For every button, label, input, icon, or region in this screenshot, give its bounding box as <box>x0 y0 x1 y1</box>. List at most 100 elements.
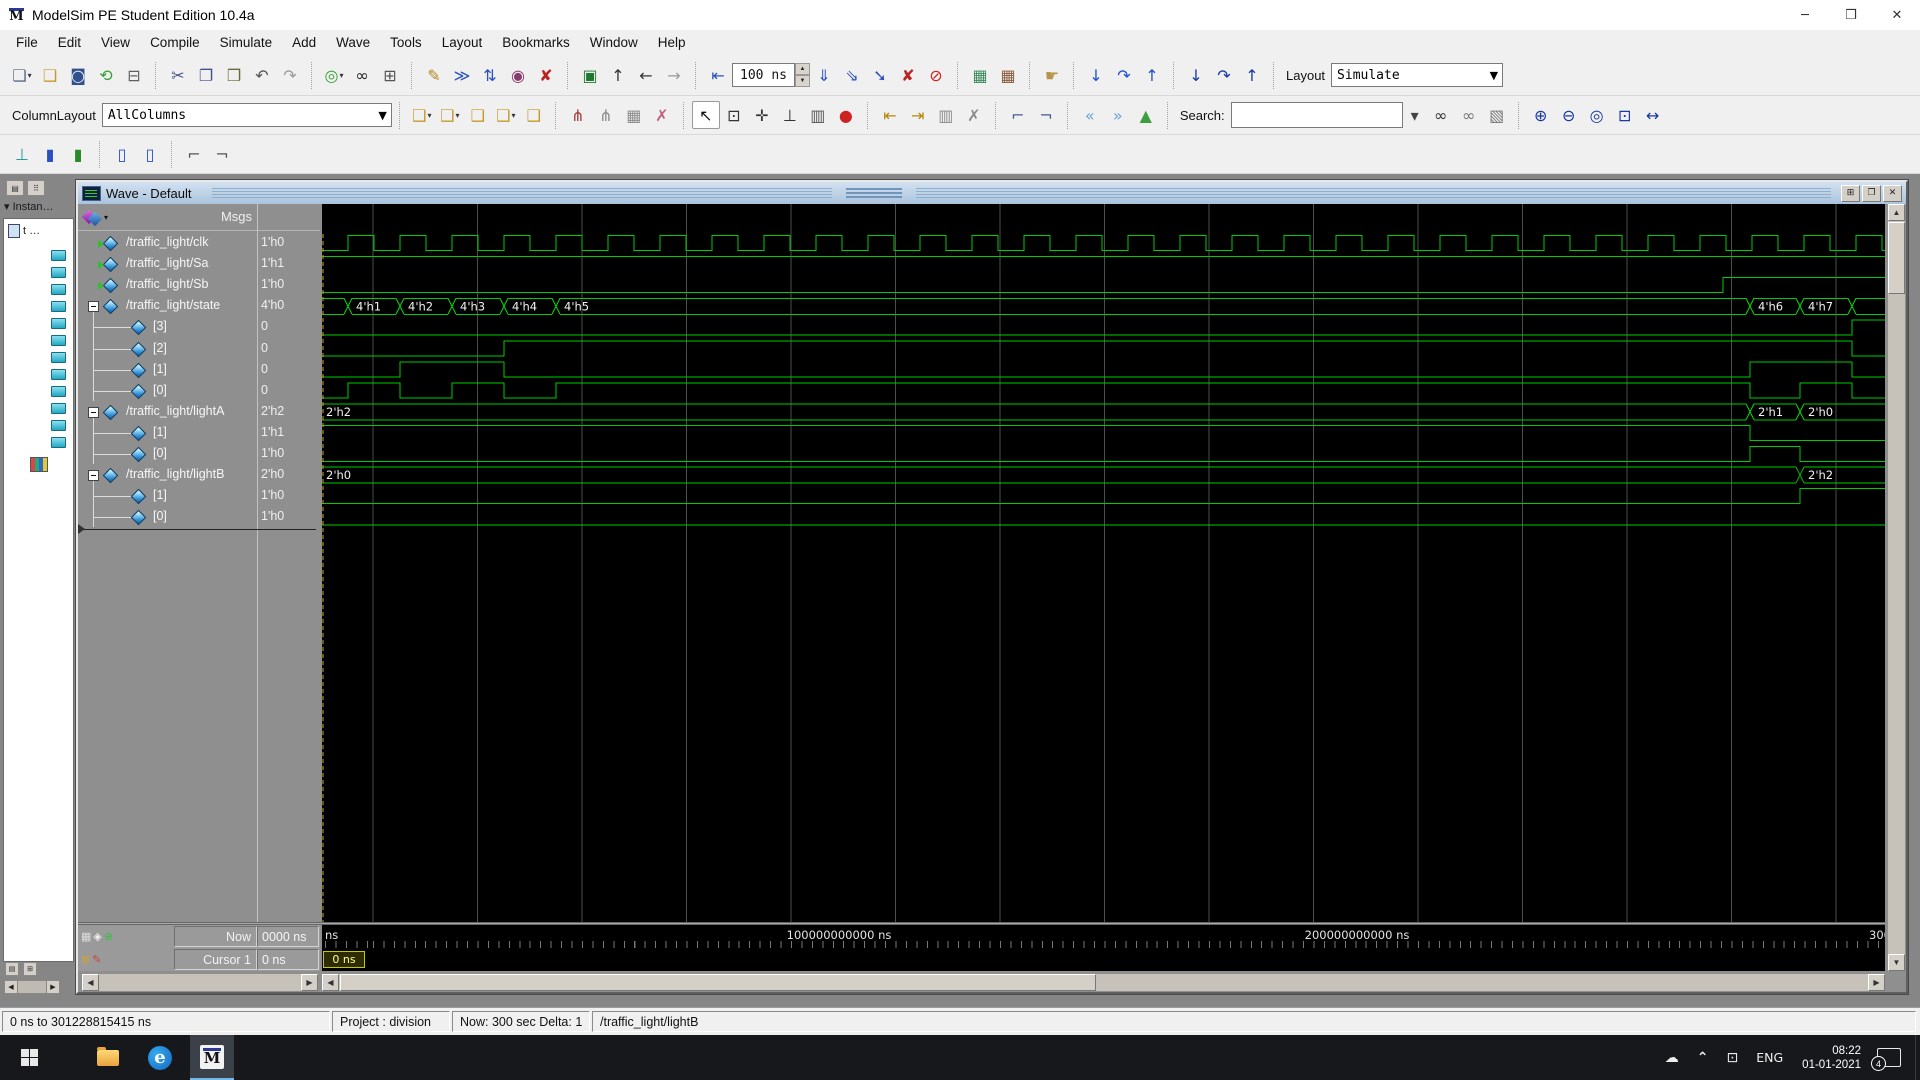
wave-vscroll-down-icon[interactable]: ▼ <box>1888 954 1905 971</box>
zoom-cursor-icon[interactable]: ↔ <box>1639 101 1667 129</box>
break-icon[interactable]: ✘ <box>894 61 922 89</box>
wave-scroll-left-icon[interactable]: ◀ <box>322 974 339 991</box>
wave-cursor-toggle-icon[interactable]: ⊥ <box>8 140 36 168</box>
back-icon[interactable]: ← <box>632 61 660 89</box>
expand-hierarchy-icon[interactable]: ⊞ <box>376 61 404 89</box>
spinner-down-icon[interactable]: ▼ <box>795 75 810 87</box>
wave-dock-button[interactable]: ⊞ <box>1841 184 1860 202</box>
wave-window-titlebar[interactable]: Wave - Default ⊞ ❐ ✕ <box>78 182 1906 204</box>
msgs-column-header[interactable]: Msgs <box>188 209 252 224</box>
ungroup-icon[interactable]: ▦ <box>620 101 648 129</box>
wave-close-button[interactable]: ✕ <box>1883 184 1902 202</box>
instance-pane-title[interactable]: ▾ Instan… <box>4 200 70 213</box>
zoom-range-icon[interactable]: ⊡ <box>1611 101 1639 129</box>
sim-item-icon[interactable] <box>51 369 66 380</box>
bracket-left-icon[interactable]: ⌐ <box>180 140 208 168</box>
cloud-icon[interactable]: ☁ <box>1665 1050 1679 1066</box>
pencil-icon[interactable]: ✎ <box>92 953 101 966</box>
sim-item-icon[interactable] <box>51 420 66 431</box>
wave-pane-green-icon[interactable]: ▮ <box>64 140 92 168</box>
find-first-icon[interactable]: ▲ <box>1132 101 1160 129</box>
sim-item-icon[interactable] <box>51 403 66 414</box>
chevron-up-icon[interactable]: ⌃ <box>1697 1050 1709 1066</box>
menu-help[interactable]: Help <box>648 33 696 52</box>
titlebar-grip-handle[interactable] <box>845 187 902 199</box>
cursor-track[interactable]: 0 ns <box>322 948 1885 971</box>
signal-source-button[interactable]: ▾ <box>81 207 108 227</box>
wave-vscroll-thumb[interactable] <box>1888 222 1905 294</box>
redo-icon[interactable]: ↷ <box>276 61 304 89</box>
edge-browser-button[interactable]: e <box>138 1035 182 1080</box>
sim-item-icon[interactable] <box>51 437 66 448</box>
sim-item-icon[interactable] <box>51 318 66 329</box>
sim-item-icon[interactable] <box>51 386 66 397</box>
step-into-current-icon[interactable]: ↓ <box>1182 61 1210 89</box>
run-length-value[interactable]: 100 ns <box>732 63 795 87</box>
breakpoint-icon[interactable]: ● <box>832 101 860 129</box>
group-right-icon[interactable]: ⋔ <box>592 101 620 129</box>
zoom-in-icon[interactable]: ⊕ <box>1527 101 1555 129</box>
find-icon[interactable]: ∞ <box>348 61 376 89</box>
wave-restore-button[interactable]: ❐ <box>1862 184 1881 202</box>
forward-icon[interactable]: → <box>660 61 688 89</box>
find-next-icon[interactable]: » <box>1104 101 1132 129</box>
edit-right-icon[interactable]: ⌐ <box>1032 101 1060 129</box>
zoom-full-icon[interactable]: ◎ <box>1583 101 1611 129</box>
pan-hand-icon[interactable]: ☛ <box>1038 61 1066 89</box>
save-icon[interactable]: ◙ <box>64 61 92 89</box>
align-bottom-icon[interactable]: ⊥ <box>776 101 804 129</box>
prev-transition-icon[interactable]: ⇤ <box>876 101 904 129</box>
clock[interactable]: 08:22 01-01-2021 <box>1802 1044 1861 1072</box>
menu-bookmarks[interactable]: Bookmarks <box>492 33 580 52</box>
cursor1-label[interactable]: Cursor 1 <box>174 949 257 970</box>
signal-row--traffic_light-Sb[interactable]: /traffic_light/Sb 1'h0 <box>78 275 320 296</box>
compile-icon[interactable]: ✎ <box>420 61 448 89</box>
stop-icon[interactable]: ⊘ <box>922 61 950 89</box>
wave-scroll-right-icon[interactable]: ▶ <box>1868 974 1885 991</box>
waveform-canvas[interactable]: 4'h1 4'h2 4'h3 4'h4 4'h5 4'h6 4'h7 2'h2 2'h1 2'h0… <box>322 204 1885 922</box>
compile-order-icon[interactable]: ⇅ <box>476 61 504 89</box>
menu-compile[interactable]: Compile <box>140 33 210 52</box>
menu-tools[interactable]: Tools <box>380 33 432 52</box>
time-ruler[interactable]: ns 100000000000 ns 200000000000 ns 30000000… <box>322 925 1885 948</box>
collapse-icon[interactable] <box>88 406 99 418</box>
wave-window-2-icon[interactable]: ▯ <box>136 140 164 168</box>
run-all-icon[interactable]: ➘ <box>866 61 894 89</box>
search-dropdown-icon[interactable]: ▾ <box>1403 101 1427 129</box>
signal-row--traffic_light-lightB[interactable]: /traffic_light/lightB 2'h0 <box>78 465 320 486</box>
search-options-icon[interactable]: ▧ <box>1483 101 1511 129</box>
add-wave-icon[interactable]: ❑ ▾ <box>408 101 436 129</box>
combo-dropdown-icon[interactable]: ▼ <box>374 109 390 122</box>
add-wave-new-icon[interactable]: ❑ ▾ <box>436 101 464 129</box>
signal-row--traffic_light-lightA[interactable]: /traffic_light/lightA 2'h2 <box>78 402 320 423</box>
titlebar-grip[interactable] <box>211 187 832 199</box>
sim-item-icon[interactable] <box>51 250 66 261</box>
find-prev-icon[interactable]: « <box>1076 101 1104 129</box>
cursor-time-box[interactable]: 0 ns <box>323 951 365 968</box>
signal-row--traffic_light-Sa[interactable]: /traffic_light/Sa 1'h1 <box>78 254 320 275</box>
scroll-right-icon[interactable]: ▶ <box>46 980 60 994</box>
spinner-up-icon[interactable]: ▲ <box>795 63 810 75</box>
step-into-icon[interactable]: ↓ <box>1082 61 1110 89</box>
zoom-mode-icon[interactable]: ⊡ <box>720 101 748 129</box>
sim-item-icon[interactable] <box>51 301 66 312</box>
filter-icon[interactable]: ◈ <box>93 930 101 943</box>
run-length-field[interactable]: 100 ns ▲ ▼ <box>732 63 810 87</box>
search-forward-icon[interactable]: ∞ <box>1427 101 1455 129</box>
dock-dots-icon[interactable]: ⠿ <box>27 180 45 196</box>
step-out-current-icon[interactable]: ↑ <box>1238 61 1266 89</box>
print-icon[interactable]: ⊟ <box>120 61 148 89</box>
layout-combo[interactable]: Simulate ▼ <box>1331 63 1504 87</box>
bracket-right-icon[interactable]: ⌐ <box>208 140 236 168</box>
add-region-icon[interactable]: ❑ ▾ <box>492 101 520 129</box>
environment-up-icon[interactable]: ▣ <box>576 61 604 89</box>
wave-window-1-icon[interactable]: ▯ <box>108 140 136 168</box>
columnlayout-combo[interactable]: AllColumns ▼ <box>101 103 392 127</box>
collapse-icon[interactable] <box>88 470 99 482</box>
modelsim-taskbar-button[interactable]: M <box>190 1035 234 1080</box>
menu-file[interactable]: File <box>6 33 48 52</box>
menu-edit[interactable]: Edit <box>48 33 91 52</box>
sim-root-item[interactable]: t… <box>8 224 40 238</box>
copy-icon[interactable]: ❐ <box>192 61 220 89</box>
delete-cursor-icon[interactable]: ✗ <box>960 101 988 129</box>
